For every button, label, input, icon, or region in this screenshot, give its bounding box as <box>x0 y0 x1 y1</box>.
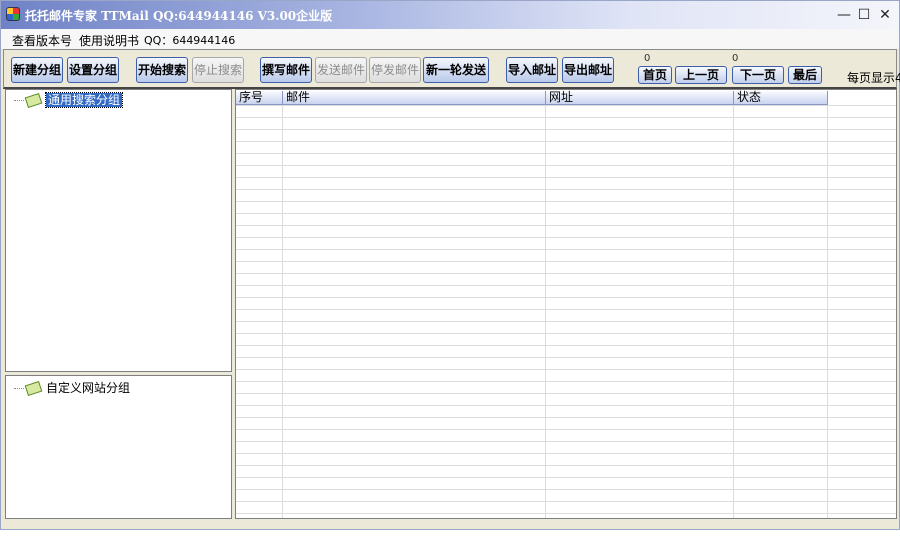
group-settings-button[interactable]: 设置分组 <box>67 57 119 83</box>
column-header-email[interactable]: 邮件 <box>283 91 546 105</box>
page-counter-left: 0 <box>644 53 651 64</box>
folder-icon <box>24 92 43 109</box>
mail-table[interactable]: 序号 邮件 网址 状态 <box>235 89 897 519</box>
menu-manual[interactable]: 使用说明书 <box>79 32 139 49</box>
start-search-button[interactable]: 开始搜索 <box>136 57 188 83</box>
tree-connector <box>14 100 24 101</box>
tree-connector <box>14 388 24 389</box>
per-page-label: 每页显示4 <box>847 71 900 85</box>
tree-item-general-search[interactable]: 通用搜索分组 <box>14 91 124 109</box>
main-window: 托托邮件专家 TTMail QQ:644944146 V3.00企业版 — ☐ … <box>0 0 900 530</box>
close-button[interactable]: ✕ <box>876 6 894 24</box>
folder-icon <box>24 380 43 397</box>
import-address-button[interactable]: 导入邮址 <box>506 57 558 83</box>
first-page-button[interactable]: 首页 <box>638 66 672 84</box>
column-header-index[interactable]: 序号 <box>236 91 283 105</box>
new-round-send-button[interactable]: 新一轮发送 <box>423 57 489 83</box>
column-divider <box>282 104 283 518</box>
last-page-button[interactable]: 最后 <box>788 66 822 84</box>
column-header-url[interactable]: 网址 <box>546 91 734 105</box>
group-tree-bottom: 自定义网站分组 <box>5 375 232 519</box>
column-divider <box>827 104 828 518</box>
new-group-button[interactable]: 新建分组 <box>11 57 63 83</box>
compose-mail-button[interactable]: 撰写邮件 <box>260 57 312 83</box>
tree-item-label: 自定义网站分组 <box>46 381 131 395</box>
title-bar[interactable]: 托托邮件专家 TTMail QQ:644944146 V3.00企业版 — ☐ … <box>1 1 899 29</box>
menu-bar: 查看版本号 使用说明书 QQ：644944146 <box>1 29 899 49</box>
status-bar <box>0 530 900 552</box>
group-tree-top: 通用搜索分组 <box>5 89 232 372</box>
minimize-button[interactable]: — <box>835 6 853 24</box>
next-page-button[interactable]: 下一页 <box>732 66 784 84</box>
menu-qq-info: QQ：644944146 <box>144 34 236 47</box>
stop-search-button[interactable]: 停止搜索 <box>192 57 244 83</box>
column-header-status[interactable]: 状态 <box>734 91 828 105</box>
page-counter-right: 0 <box>732 53 739 64</box>
app-icon <box>6 7 20 21</box>
window-title: 托托邮件专家 TTMail QQ:644944146 V3.00企业版 <box>25 9 333 23</box>
send-mail-button[interactable]: 发送邮件 <box>315 57 367 83</box>
export-address-button[interactable]: 导出邮址 <box>562 57 614 83</box>
toolbar: 新建分组 设置分组 开始搜索 停止搜索 撰写邮件 发送邮件 停发邮件 新一轮发送… <box>3 49 900 89</box>
column-divider <box>733 104 734 518</box>
pause-send-button[interactable]: 停发邮件 <box>369 57 421 83</box>
prev-page-button[interactable]: 上一页 <box>675 66 727 84</box>
tree-item-custom-site[interactable]: 自定义网站分组 <box>14 379 131 397</box>
column-divider <box>545 104 546 518</box>
menu-view-version[interactable]: 查看版本号 <box>12 32 72 49</box>
maximize-button[interactable]: ☐ <box>855 6 873 24</box>
tree-item-label: 通用搜索分组 <box>44 92 124 108</box>
